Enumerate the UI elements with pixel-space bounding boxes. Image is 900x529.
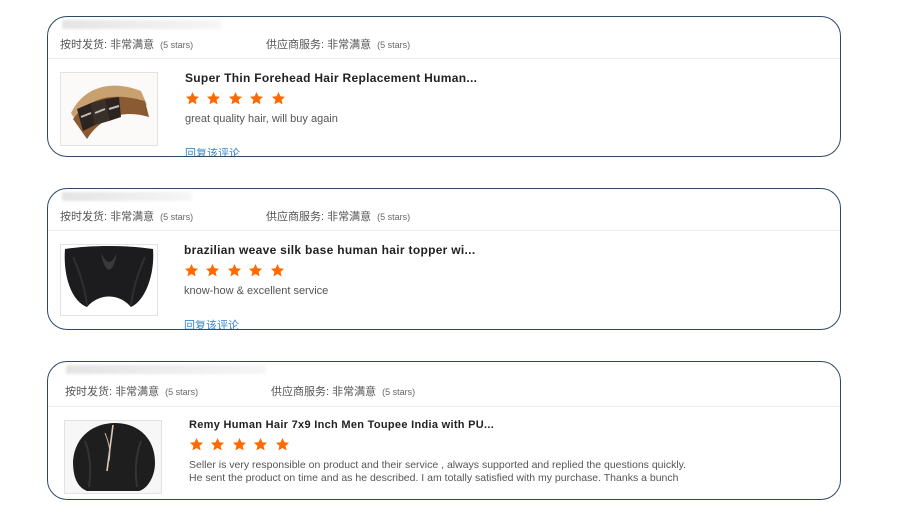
delivery-rating-label: 按时发货: 非常满意 bbox=[60, 211, 155, 223]
review-text: great quality hair, will buy again bbox=[185, 113, 338, 125]
service-rating: 供应商服务: 非常满意 (5 stars) bbox=[266, 208, 410, 224]
service-rating: 供应商服务: 非常满意 (5 stars) bbox=[266, 36, 410, 52]
service-rating-label: 供应商服务: 非常满意 bbox=[271, 386, 377, 398]
blurred-reviewer-name bbox=[62, 192, 192, 201]
review-text: know-how & excellent service bbox=[184, 285, 329, 297]
star-icon bbox=[185, 91, 200, 106]
star-icon bbox=[228, 91, 243, 106]
product-thumbnail[interactable] bbox=[60, 244, 158, 316]
divider bbox=[48, 230, 840, 231]
rating-summary: 按时发货: 非常满意 (5 stars) 供应商服务: 非常满意 (5 stars) bbox=[60, 208, 840, 224]
review-content: Remy Human Hair 7x9 Inch Men Toupee Indi… bbox=[189, 419, 826, 485]
star-icon bbox=[206, 91, 221, 106]
review-card: 按时发货: 非常满意 (5 stars) 供应商服务: 非常满意 (5 stars)… bbox=[47, 16, 841, 157]
star-rating bbox=[185, 91, 826, 109]
review-content: Super Thin Forehead Hair Replacement Hum… bbox=[185, 71, 826, 126]
star-icon bbox=[205, 263, 220, 278]
blurred-reviewer-name bbox=[66, 365, 266, 374]
star-icon bbox=[249, 91, 264, 106]
review-content: brazilian weave silk base human hair top… bbox=[184, 243, 826, 298]
divider bbox=[48, 406, 840, 407]
product-thumbnail[interactable] bbox=[60, 72, 158, 146]
rating-summary: 按时发货: 非常满意 (5 stars) 供应商服务: 非常满意 (5 stars) bbox=[65, 383, 840, 399]
delivery-stars-note: (5 stars) bbox=[160, 40, 194, 50]
delivery-rating: 按时发货: 非常满意 (5 stars) bbox=[60, 36, 193, 52]
review-card: 按时发货: 非常满意 (5 stars) 供应商服务: 非常满意 (5 stars)… bbox=[47, 361, 841, 500]
product-title-link[interactable]: Remy Human Hair 7x9 Inch Men Toupee Indi… bbox=[189, 419, 826, 431]
star-icon bbox=[271, 91, 286, 106]
delivery-rating: 按时发货: 非常满意 (5 stars) bbox=[60, 208, 193, 224]
star-icon bbox=[253, 437, 268, 452]
product-title-link[interactable]: Super Thin Forehead Hair Replacement Hum… bbox=[185, 71, 826, 85]
delivery-stars-note: (5 stars) bbox=[165, 387, 199, 397]
star-icon bbox=[184, 263, 199, 278]
star-rating bbox=[184, 263, 826, 281]
service-rating-label: 供应商服务: 非常满意 bbox=[266, 211, 372, 223]
delivery-rating-label: 按时发货: 非常满意 bbox=[65, 386, 160, 398]
blurred-reviewer-name bbox=[62, 20, 222, 29]
product-title-link[interactable]: brazilian weave silk base human hair top… bbox=[184, 243, 826, 257]
review-text: Seller is very responsible on product an… bbox=[189, 459, 826, 485]
rating-summary: 按时发货: 非常满意 (5 stars) 供应商服务: 非常满意 (5 stars) bbox=[60, 36, 840, 52]
service-rating: 供应商服务: 非常满意 (5 stars) bbox=[271, 383, 415, 399]
service-stars-note: (5 stars) bbox=[377, 40, 411, 50]
star-icon bbox=[270, 263, 285, 278]
reply-to-review-link[interactable]: 回复该评论 bbox=[185, 145, 240, 156]
review-text-line: He sent the product on time and as he de… bbox=[189, 472, 679, 484]
star-icon bbox=[275, 437, 290, 452]
review-card: 按时发货: 非常满意 (5 stars) 供应商服务: 非常满意 (5 stars)… bbox=[47, 188, 841, 330]
star-icon bbox=[248, 263, 263, 278]
review-text-line: Seller is very responsible on product an… bbox=[189, 459, 687, 471]
service-stars-note: (5 stars) bbox=[382, 387, 416, 397]
star-icon bbox=[232, 437, 247, 452]
service-rating-label: 供应商服务: 非常满意 bbox=[266, 39, 372, 51]
product-thumbnail[interactable] bbox=[64, 420, 162, 494]
reply-to-review-link[interactable]: 回复该评论 bbox=[184, 317, 239, 329]
delivery-rating: 按时发货: 非常满意 (5 stars) bbox=[65, 383, 198, 399]
star-rating bbox=[189, 437, 826, 455]
star-icon bbox=[189, 437, 204, 452]
star-icon bbox=[210, 437, 225, 452]
delivery-rating-label: 按时发货: 非常满意 bbox=[60, 39, 155, 51]
star-icon bbox=[227, 263, 242, 278]
service-stars-note: (5 stars) bbox=[377, 212, 411, 222]
divider bbox=[48, 58, 840, 59]
delivery-stars-note: (5 stars) bbox=[160, 212, 194, 222]
